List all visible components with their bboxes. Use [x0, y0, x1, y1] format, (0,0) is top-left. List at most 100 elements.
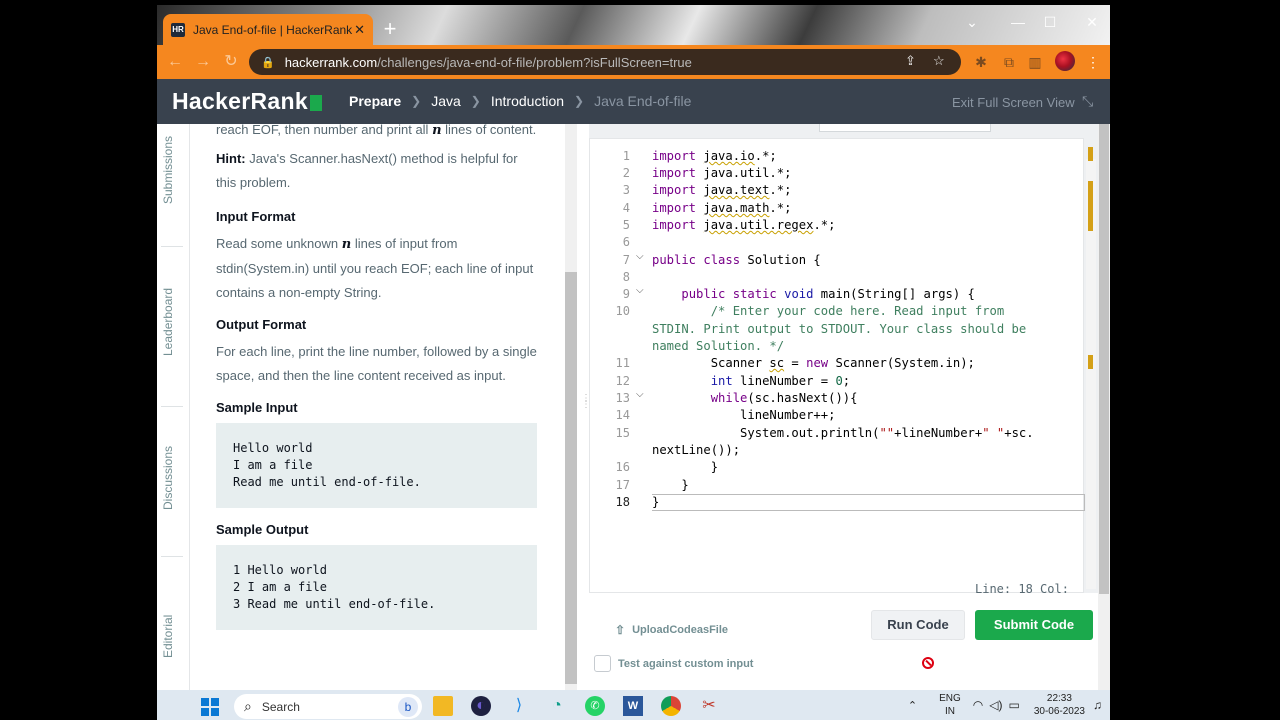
clock-time: 22:33	[1046, 693, 1072, 704]
word-icon[interactable]: W	[623, 696, 643, 716]
sample-input-box: Hello world I am a file Read me until en…	[216, 423, 537, 508]
taskbar-search[interactable]: ⌕ Search b	[234, 694, 422, 719]
scroll-marker	[1088, 181, 1093, 231]
chevron-up-icon[interactable]: ⌃	[908, 699, 917, 712]
tab-submissions[interactable]: Submissions	[161, 130, 187, 210]
tab-close-icon[interactable]: ✕	[354, 22, 365, 38]
maximize-button[interactable]: ☐	[1037, 11, 1063, 33]
language-indicator[interactable]: ENG IN	[939, 692, 961, 718]
code-line: int lineNumber = 0;	[710, 374, 851, 388]
line-number: 10	[615, 304, 630, 318]
bookmark-star-icon[interactable]: ☆	[933, 53, 945, 69]
address-bar[interactable]: 🔒 hackerrank.com/challenges/java-end-of-…	[249, 49, 961, 75]
sample-input-line: Hello world	[233, 441, 313, 455]
battery-icon[interactable]: ▭	[1009, 698, 1020, 712]
line-number: 18	[615, 495, 630, 509]
minimize-button[interactable]: —	[1005, 11, 1031, 33]
share-icon[interactable]: ⇪	[905, 53, 916, 69]
code-editor[interactable]: 1 2 3 4 5 6 7 8 9 10 11 12 13 14 15 16 1…	[589, 138, 1096, 610]
side-panel-icon[interactable]: ▥	[1027, 54, 1043, 70]
breadcrumb-introduction[interactable]: Introduction	[491, 93, 564, 109]
fold-chevron-icon[interactable]: ⌵	[636, 389, 644, 400]
scrollbar-thumb[interactable]	[1099, 124, 1109, 594]
logo-text: HackerRank	[172, 88, 308, 114]
code-line: import java.text.*;	[652, 183, 792, 197]
file-explorer-icon[interactable]	[433, 696, 453, 716]
pane-splitter[interactable]: ⋮ ⋮	[577, 124, 591, 690]
line-number: 2	[622, 166, 630, 180]
tab-discussions[interactable]: Discussions	[161, 442, 187, 514]
hackerrank-logo[interactable]: HackerRank	[172, 88, 322, 115]
breadcrumb-prepare[interactable]: Prepare	[349, 93, 401, 109]
chevron-right-icon: ❯	[470, 94, 481, 108]
side-rail: Submissions Leaderboard Discussions Edit…	[157, 124, 190, 690]
submit-code-button[interactable]: Submit Code	[975, 610, 1093, 640]
line-number: 14	[615, 408, 630, 422]
snipping-tool-icon[interactable]: ✂	[699, 696, 719, 716]
tab-leaderboard[interactable]: Leaderboard	[161, 282, 187, 362]
volume-icon[interactable]: ◁)	[989, 698, 1002, 712]
whatsapp-icon[interactable]: ✆	[585, 696, 605, 716]
vscode-icon[interactable]: ⟩	[509, 696, 529, 716]
custom-input-toggle[interactable]: Test against custom input	[594, 655, 753, 672]
problem-scrollbar[interactable]	[565, 124, 577, 690]
input-text-pre: Read some unknown	[216, 236, 342, 251]
code-line: public static void main(String[] args) {	[681, 287, 975, 301]
upload-code-button[interactable]: ⇧ UploadCodeasFile	[615, 623, 728, 637]
hint-body: Java's Scanner.hasNext() method is helpf…	[216, 151, 518, 190]
code-line: /* Enter your code here. Read input from	[710, 304, 1005, 318]
code-line: public class Solution {	[652, 253, 821, 267]
puzzle-icon[interactable]: ⧉	[1001, 54, 1017, 70]
back-arrow-icon[interactable]: ←	[165, 52, 185, 72]
notifications-bell-icon[interactable]: ♫	[1093, 698, 1102, 712]
blocked-cursor-icon	[922, 657, 934, 669]
sample-input-line: Read me until end-of-file.	[233, 475, 421, 489]
fold-chevron-icon[interactable]: ⌵	[636, 251, 644, 262]
problem-statement: reach EOF, then number and print all n l…	[190, 124, 565, 690]
lang-region: IN	[944, 706, 955, 717]
close-window-button[interactable]: ✕	[1079, 11, 1105, 33]
sample-input-title: Sample Input	[216, 400, 298, 415]
windows-start-icon[interactable]	[201, 698, 219, 716]
extension-icon[interactable]: ✱	[973, 54, 989, 70]
input-format-text: Read some unknown n lines of input from …	[216, 232, 537, 305]
browser-toolbar: ← → ↻ 🔒 hackerrank.com/challenges/java-e…	[157, 45, 1110, 79]
custom-input-checkbox[interactable]	[594, 655, 611, 672]
exit-fullscreen-link[interactable]: Exit Full Screen View	[952, 95, 1075, 110]
lang-code: ENG	[939, 693, 961, 704]
menu-kebab-icon[interactable]: ⋮	[1085, 54, 1101, 70]
scrollbar-thumb[interactable]	[565, 272, 577, 684]
forward-arrow-icon[interactable]: →	[193, 52, 213, 72]
reload-icon[interactable]: ↻	[221, 52, 241, 72]
taskbar-clock[interactable]: 22:33 30-06-2023	[1034, 692, 1085, 718]
exit-fullscreen-icon[interactable]: ⤡	[1082, 93, 1093, 110]
editor-panel: 1 2 3 4 5 6 7 8 9 10 11 12 13 14 15 16 1…	[589, 124, 1098, 690]
edge-icon[interactable]: ◔	[547, 696, 567, 716]
line-number: 17	[615, 478, 630, 492]
title-bar: HR Java End-of-file | HackerRank ✕ + ⌄ —…	[157, 5, 1110, 45]
code-line: import java.math.*;	[652, 201, 792, 215]
profile-avatar[interactable]	[1055, 51, 1075, 71]
screen: HR Java End-of-file | HackerRank ✕ + ⌄ —…	[0, 0, 1280, 720]
chevron-right-icon: ❯	[574, 94, 585, 108]
language-select-edge[interactable]	[819, 124, 991, 132]
search-icon: ⌕	[244, 698, 252, 714]
eclipse-icon[interactable]: ◐	[471, 696, 491, 716]
code-line: import java.util.regex.*;	[652, 218, 836, 232]
bing-icon[interactable]: b	[398, 697, 418, 717]
wifi-icon[interactable]: ◠	[973, 698, 983, 712]
new-tab-button[interactable]: +	[379, 18, 401, 41]
chrome-icon[interactable]	[661, 696, 681, 716]
line-number: 8	[622, 270, 630, 284]
tab-search-icon[interactable]: ⌄	[959, 11, 985, 33]
page-scrollbar[interactable]	[1098, 124, 1110, 690]
hackerrank-favicon-icon: HR	[171, 22, 185, 37]
fold-chevron-icon[interactable]: ⌵	[636, 285, 644, 296]
lock-icon: 🔒	[261, 56, 275, 69]
browser-tab[interactable]: HR Java End-of-file | HackerRank ✕	[163, 14, 373, 45]
run-code-button[interactable]: Run Code	[871, 610, 965, 640]
tab-editorial[interactable]: Editorial	[161, 606, 187, 666]
code-line: System.out.println(""+lineNumber+" "+sc.	[652, 426, 1034, 440]
breadcrumb-java[interactable]: Java	[431, 93, 461, 109]
line-number: 6	[622, 235, 630, 249]
